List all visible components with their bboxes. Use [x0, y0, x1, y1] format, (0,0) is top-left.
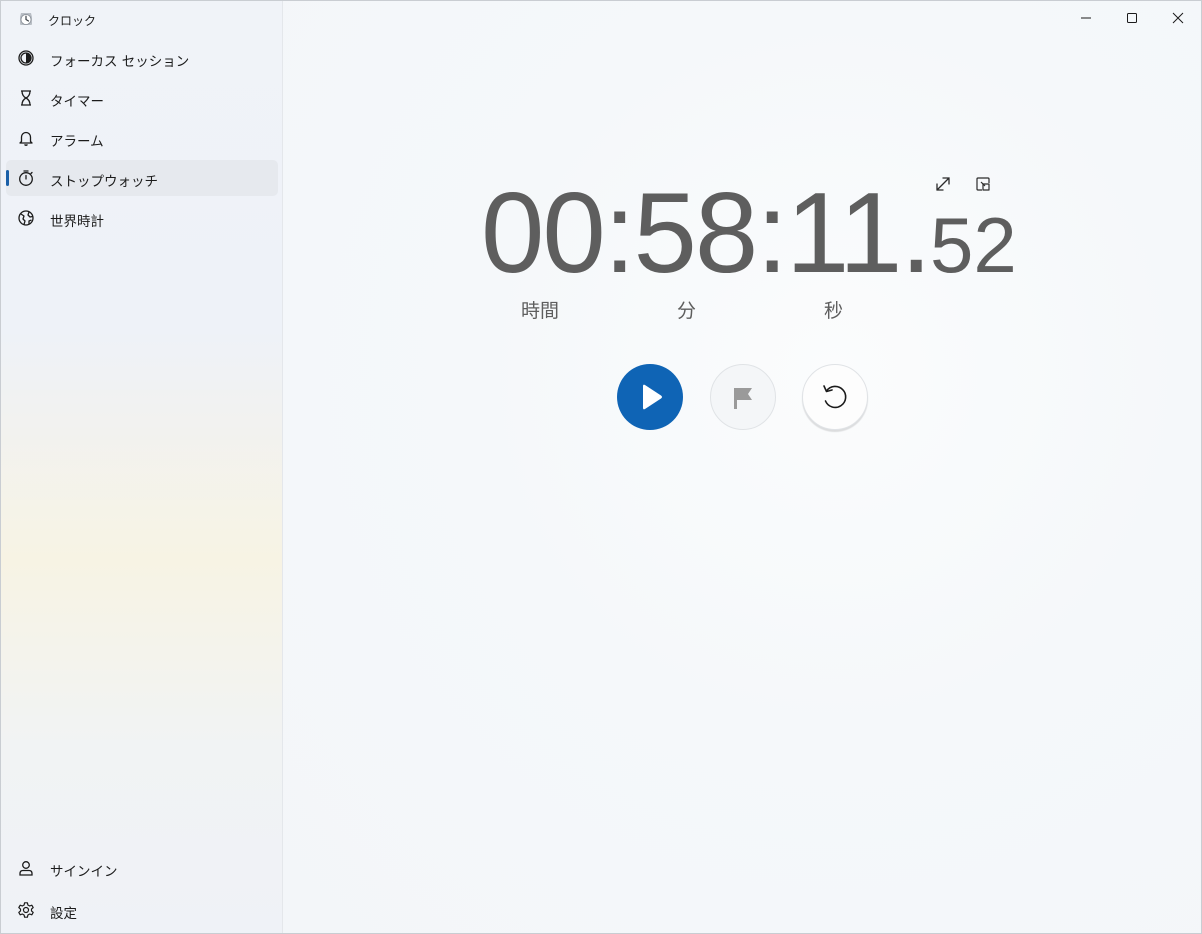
separator: :: [756, 170, 788, 297]
separator: .: [900, 170, 932, 297]
clock-window: クロック フォーカス セッション タイマー アラーム ストップウォッチ 世界時計…: [0, 0, 1202, 934]
gear-icon: [17, 901, 35, 919]
person-icon: [17, 859, 35, 877]
hours-value: 00: [481, 170, 606, 297]
separator: :: [603, 170, 636, 297]
nav-item-focus-session[interactable]: フォーカス セッション: [6, 40, 278, 76]
nav-label-sign-in: サインイン: [50, 864, 118, 880]
hourglass-icon: [17, 89, 35, 107]
lap-button[interactable]: [710, 364, 776, 430]
minimize-button[interactable]: [1063, 1, 1109, 35]
close-button[interactable]: [1155, 1, 1201, 35]
nav-label-timer: タイマー: [50, 94, 104, 110]
nav-label-stopwatch: ストップウォッチ: [50, 174, 158, 190]
maximize-icon: [1127, 13, 1137, 23]
hundredths-value: 52: [930, 201, 1017, 289]
app-title: クロック: [48, 14, 97, 28]
flag-icon: [734, 388, 752, 409]
seconds-value: 11: [786, 170, 902, 297]
stopwatch-icon: [17, 169, 35, 187]
stopwatch-page: 00:58:11.52 時間 分 秒: [283, 1, 1201, 933]
nav-label-focus-session: フォーカス セッション: [50, 54, 190, 70]
selection-indicator: [6, 170, 9, 186]
nav-item-world-clock[interactable]: 世界時計: [6, 200, 278, 236]
nav-item-sign-in[interactable]: サインイン: [6, 850, 278, 886]
nav-label-world-clock: 世界時計: [50, 214, 104, 230]
window-controls: [1063, 1, 1201, 35]
nav-label-settings: 設定: [50, 906, 77, 922]
nav-label-alarm: アラーム: [50, 134, 104, 150]
start-button[interactable]: [617, 364, 683, 430]
globe-icon: [17, 209, 35, 227]
minutes-value: 58: [633, 170, 759, 297]
title-bar: クロック: [1, 1, 282, 37]
close-icon: [1172, 12, 1184, 24]
nav-item-alarm[interactable]: アラーム: [6, 120, 278, 156]
clock-app-icon: [18, 11, 34, 27]
reset-button[interactable]: [802, 364, 868, 430]
unit-minutes-label: 分: [677, 300, 697, 322]
reset-icon: [823, 385, 847, 409]
play-icon: [643, 384, 662, 410]
nav-item-timer[interactable]: タイマー: [6, 80, 278, 116]
maximize-button[interactable]: [1109, 1, 1155, 35]
sidebar: クロック フォーカス セッション タイマー アラーム ストップウォッチ 世界時計…: [1, 1, 283, 933]
unit-seconds-label: 秒: [824, 300, 844, 322]
nav-item-stopwatch[interactable]: ストップウォッチ: [6, 160, 278, 196]
stopwatch-time-display: 00:58:11.52: [481, 177, 1017, 291]
nav-item-settings[interactable]: 設定: [6, 892, 278, 928]
bell-icon: [17, 129, 35, 147]
focus-session-icon: [17, 49, 35, 67]
minimize-icon: [1081, 17, 1091, 19]
unit-hours-label: 時間: [521, 300, 560, 322]
